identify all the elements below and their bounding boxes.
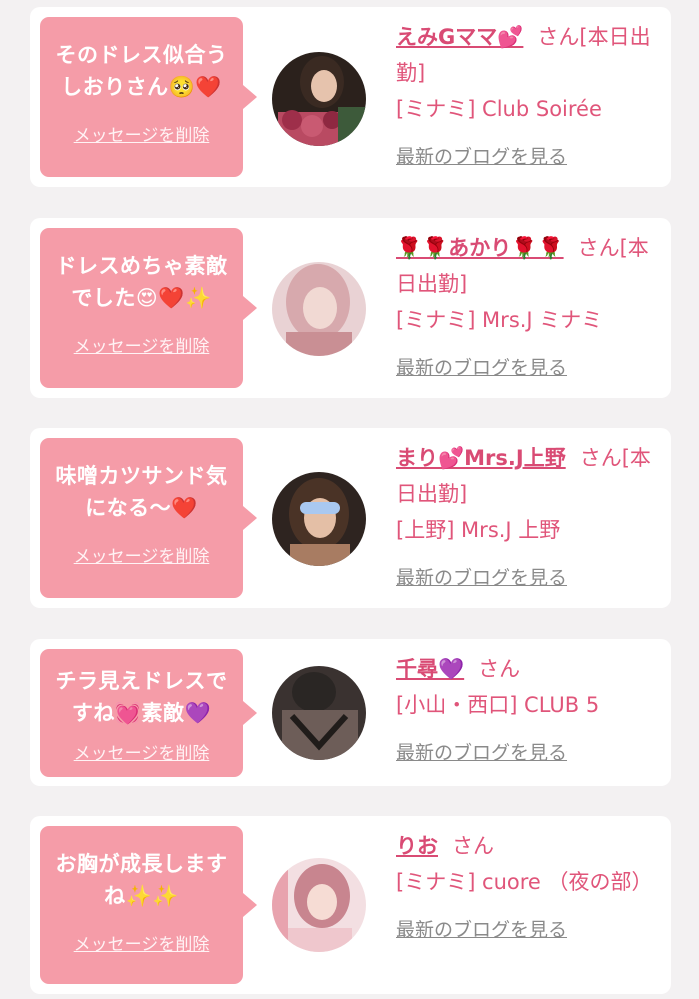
message-bubble: 味噌カツサンド気になる〜❤️ メッセージを削除 [40, 438, 257, 598]
delete-message-link[interactable]: メッセージを削除 [50, 332, 233, 357]
cast-info: えみGママ💕 さん[本日出勤] [ミナミ] Club Soirée 最新のブログを… [396, 19, 658, 175]
message-bubble: そのドレス似合うしおりさん🥺❤️ メッセージを削除 [40, 17, 257, 177]
message-card: ドレスめちゃ素敵でした😍❤️✨ メッセージを削除 🌹🌹あかり🌹🌹 さん[本日出勤]… [30, 218, 671, 398]
honorific: さん [478, 657, 521, 681]
avatar[interactable] [272, 666, 366, 760]
cast-name-link[interactable]: えみGママ💕 [396, 25, 523, 49]
message-text: そのドレス似合うしおりさん🥺❤️ [55, 43, 228, 99]
avatar-photo [272, 858, 366, 952]
cast-name-line: 千尋💜 さん [396, 651, 658, 687]
latest-blog-link[interactable]: 最新のブログを見る [396, 735, 567, 771]
avatar-photo [272, 52, 366, 146]
message-card: そのドレス似合うしおりさん🥺❤️ メッセージを削除 えみGママ💕 さん[本日出勤]… [30, 7, 671, 187]
message-text: 味噌カツサンド気になる〜❤️ [55, 464, 228, 520]
cast-name-line: 🌹🌹あかり🌹🌹 さん[本日出勤] [396, 230, 658, 302]
message-card: お胸が成長しますね✨✨ メッセージを削除 りお さん [ミナミ] cuore （夜… [30, 816, 671, 994]
honorific: さん [579, 446, 622, 470]
cast-info: 🌹🌹あかり🌹🌹 さん[本日出勤] [ミナミ] Mrs.J ミナミ 最新のブログを見… [396, 230, 658, 386]
avatar-photo [272, 666, 366, 760]
cast-name-link[interactable]: まり💕Mrs.J上野 [396, 446, 566, 470]
message-text: チラ見えドレスですね💓素敵💜 [55, 669, 228, 725]
latest-blog-link[interactable]: 最新のブログを見る [396, 560, 567, 596]
latest-blog-link[interactable]: 最新のブログを見る [396, 912, 567, 948]
shop-name: [ミナミ] cuore （夜の部） [396, 870, 653, 894]
shop-name: [ミナミ] Mrs.J ミナミ [396, 308, 603, 332]
honorific: さん [577, 236, 620, 260]
message-text: ドレスめちゃ素敵でした😍❤️✨ [55, 254, 228, 310]
message-text: お胸が成長しますね✨✨ [55, 852, 228, 908]
latest-blog-link[interactable]: 最新のブログを見る [396, 139, 567, 175]
delete-message-link[interactable]: メッセージを削除 [50, 542, 233, 567]
honorific: さん [452, 834, 494, 858]
cast-name-line: えみGママ💕 さん[本日出勤] [396, 19, 658, 91]
cast-name-line: りお さん [396, 828, 658, 864]
avatar[interactable] [272, 262, 366, 356]
message-bubble: チラ見えドレスですね💓素敵💜 メッセージを削除 [40, 649, 257, 777]
honorific: さん [537, 25, 580, 49]
delete-message-link[interactable]: メッセージを削除 [50, 930, 233, 955]
message-card: チラ見えドレスですね💓素敵💜 メッセージを削除 千尋💜 さん [小山・西口] CL… [30, 639, 671, 786]
shop-name: [小山・西口] CLUB 5 [396, 693, 600, 717]
cast-name-link[interactable]: りお [396, 834, 438, 858]
avatar[interactable] [272, 472, 366, 566]
avatar[interactable] [272, 52, 366, 146]
latest-blog-link[interactable]: 最新のブログを見る [396, 350, 567, 386]
message-bubble: ドレスめちゃ素敵でした😍❤️✨ メッセージを削除 [40, 228, 257, 388]
cast-info: まり💕Mrs.J上野 さん[本日出勤] [上野] Mrs.J 上野 最新のブログを… [396, 440, 658, 596]
avatar-photo [272, 472, 366, 566]
cast-name-link[interactable]: 千尋💜 [396, 657, 464, 681]
avatar-photo [272, 262, 366, 356]
cast-info: 千尋💜 さん [小山・西口] CLUB 5 最新のブログを見る [396, 651, 658, 771]
message-bubble: お胸が成長しますね✨✨ メッセージを削除 [40, 826, 257, 984]
cast-name-line: まり💕Mrs.J上野 さん[本日出勤] [396, 440, 658, 512]
message-card: 味噌カツサンド気になる〜❤️ メッセージを削除 まり💕Mrs.J上野 さん[本日出… [30, 428, 671, 608]
delete-message-link[interactable]: メッセージを削除 [50, 739, 233, 764]
cast-info: りお さん [ミナミ] cuore （夜の部） 最新のブログを見る [396, 828, 658, 948]
cast-name-link[interactable]: 🌹🌹あかり🌹🌹 [396, 236, 564, 260]
message-list: そのドレス似合うしおりさん🥺❤️ メッセージを削除 えみGママ💕 さん[本日出勤]… [0, 0, 699, 999]
avatar[interactable] [272, 858, 366, 952]
delete-message-link[interactable]: メッセージを削除 [50, 121, 233, 146]
shop-name: [ミナミ] Club Soirée [396, 97, 602, 121]
shop-name: [上野] Mrs.J 上野 [396, 518, 561, 542]
